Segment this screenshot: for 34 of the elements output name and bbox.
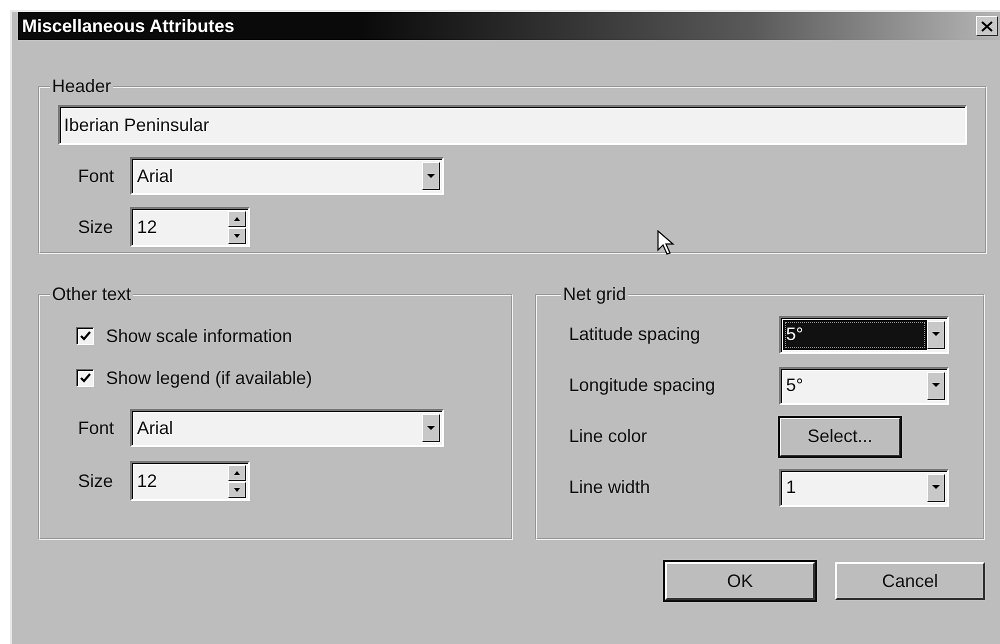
group-label: Header — [51, 76, 112, 97]
header-text-field[interactable]: Iberian Peninsular — [58, 105, 967, 145]
checkmark-icon — [80, 331, 90, 341]
dialog-button[interactable]: OK — [665, 562, 815, 600]
group-label: Other text — [51, 284, 132, 305]
field-label: Font — [77, 166, 116, 186]
checkbox[interactable] — [76, 327, 94, 345]
checkbox-label[interactable]: Show legend (if available) — [106, 368, 312, 388]
dropdown[interactable]: 1 — [779, 468, 949, 506]
dialog-button[interactable]: Cancel — [835, 562, 985, 600]
size-spinner[interactable]: 12 — [130, 207, 250, 247]
dropdown[interactable]: 5° — [779, 316, 949, 354]
field-label: Line color — [569, 426, 648, 447]
group-label: Net grid — [562, 284, 628, 305]
checkbox[interactable] — [76, 369, 94, 387]
size-spinner[interactable]: 12 — [130, 461, 250, 501]
close-button[interactable] — [976, 16, 998, 36]
field-label: Size — [77, 216, 114, 238]
spin-arrows-icon — [228, 464, 246, 498]
dropdown[interactable]: 5° — [779, 366, 949, 404]
field-label: Size — [77, 470, 114, 492]
field-label: Longitude spacing — [569, 375, 716, 396]
font-dropdown[interactable]: Arial — [130, 409, 444, 447]
font-dropdown[interactable]: Arial — [130, 157, 444, 195]
field-label: Font — [77, 418, 116, 438]
field-label: Latitude spacing — [569, 324, 702, 345]
close-icon — [981, 20, 993, 32]
mouse-pointer-icon — [657, 230, 675, 256]
window-title: Miscellaneous Attributes — [22, 16, 234, 36]
checkmark-icon — [80, 373, 90, 383]
select-button[interactable]: Select... — [779, 416, 901, 456]
checkbox-label[interactable]: Show scale information — [106, 326, 292, 346]
field-label: Line width — [569, 477, 652, 498]
spin-arrows-icon — [228, 210, 246, 244]
